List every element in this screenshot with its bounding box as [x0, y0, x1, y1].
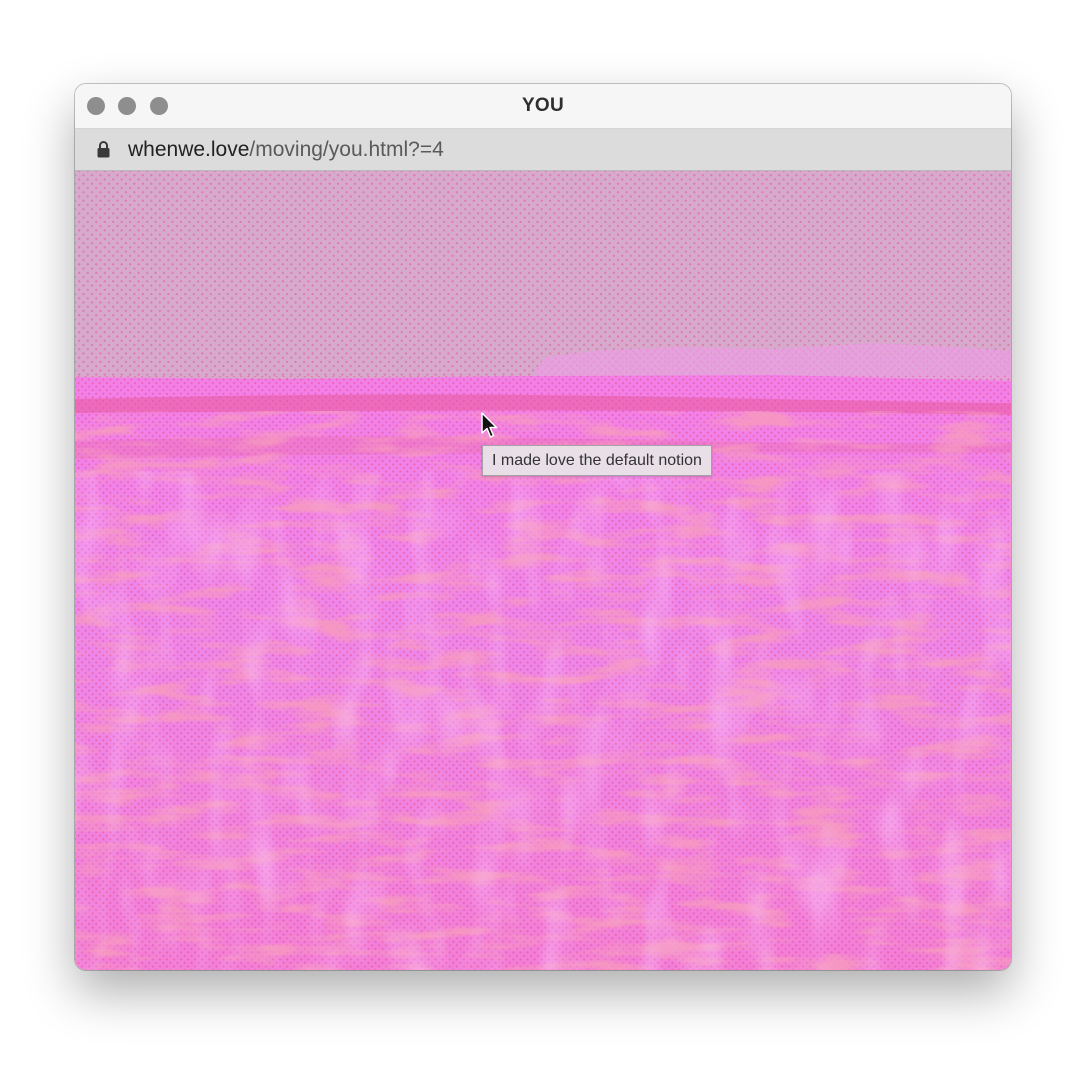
- browser-window: YOU whenwe.love/moving/you.html?=4 I mad…: [75, 84, 1011, 970]
- page-content: I made love the default notion: [75, 171, 1011, 970]
- mouse-pointer-icon: [481, 412, 498, 438]
- window-title: YOU: [521, 95, 565, 116]
- url-domain: whenwe.love: [128, 138, 250, 161]
- url-path: /moving/you.html?=4: [249, 138, 444, 161]
- halftone-field-image: [75, 171, 1011, 970]
- url-text[interactable]: whenwe.love/moving/you.html?=4: [128, 138, 444, 162]
- tooltip: I made love the default notion: [482, 445, 712, 476]
- address-bar[interactable]: whenwe.love/moving/you.html?=4: [75, 129, 1011, 171]
- title-bar[interactable]: YOU: [75, 84, 1011, 129]
- lock-icon: [97, 141, 110, 158]
